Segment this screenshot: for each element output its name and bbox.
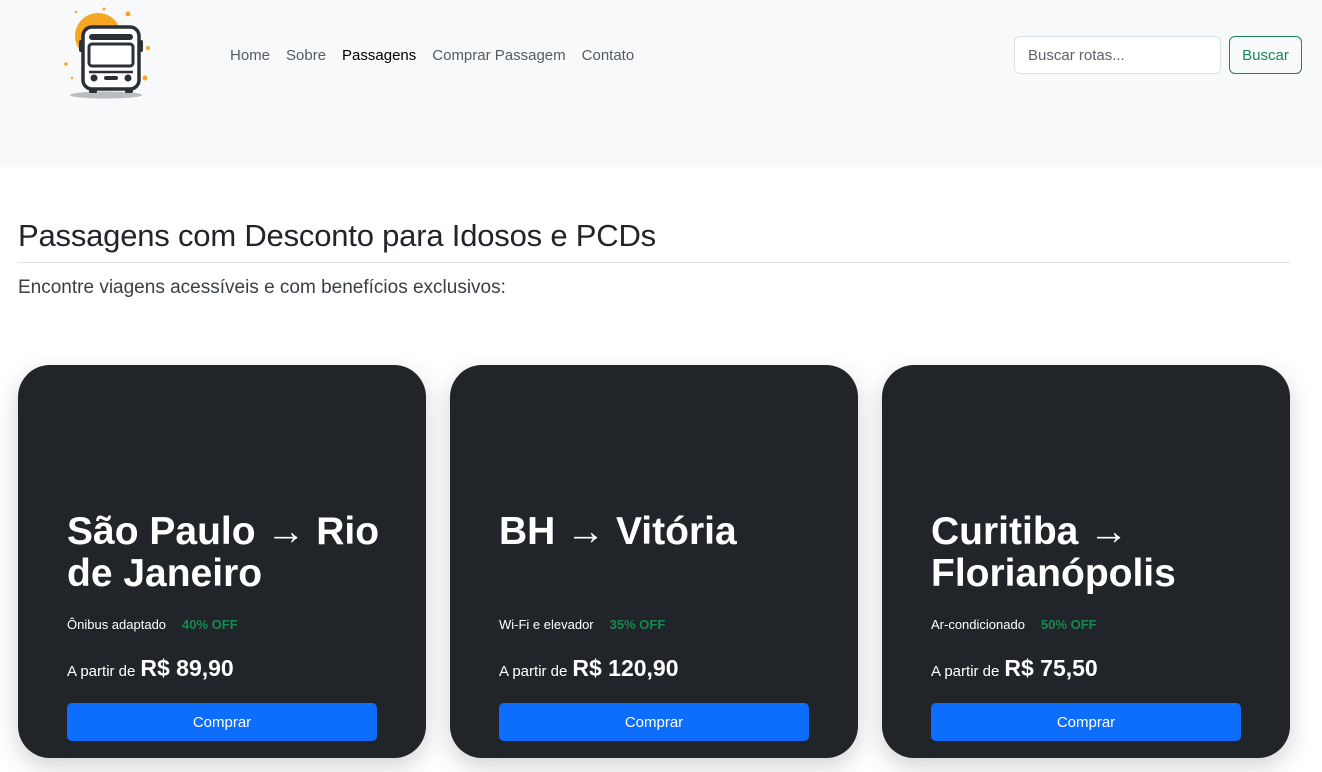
card-price: R$ 75,50 — [1004, 655, 1098, 681]
search-input[interactable] — [1014, 36, 1221, 74]
card-price-row: A partir de R$ 120,90 — [499, 655, 679, 682]
card-route: São Paulo → Rio de Janeiro — [67, 510, 380, 595]
card-route: BH → Vitória — [499, 510, 737, 553]
search-button[interactable]: Buscar — [1229, 36, 1302, 74]
price-prefix: A partir de — [499, 663, 568, 680]
card-feature: Ar-condicionado — [931, 617, 1025, 632]
page-subtitle: Encontre viagens acessíveis e com benefí… — [18, 277, 506, 298]
ticket-card: Curitiba → Florianópolis Ar-condicionado… — [882, 365, 1290, 758]
card-price: R$ 89,90 — [140, 655, 234, 681]
ticket-card: São Paulo → Rio de Janeiro Ônibus adapta… — [18, 365, 426, 758]
card-price: R$ 120,90 — [572, 655, 679, 681]
main-nav: Home Sobre Passagens Comprar Passagem Co… — [230, 46, 650, 66]
card-price-row: A partir de R$ 89,90 — [67, 655, 234, 682]
card-feature-row: Ar-condicionado 50% OFF — [931, 617, 1097, 632]
nav-comprar-passagem[interactable]: Comprar Passagem — [432, 46, 565, 66]
card-feature-row: Wi-Fi e elevador 35% OFF — [499, 617, 665, 632]
nav-passagens[interactable]: Passagens — [342, 46, 416, 66]
discount-badge: 50% OFF — [1040, 617, 1097, 632]
title-divider — [18, 262, 1290, 263]
card-price-row: A partir de R$ 75,50 — [931, 655, 1098, 682]
nav-contato[interactable]: Contato — [582, 46, 635, 66]
buy-button[interactable]: Comprar — [499, 703, 809, 741]
card-feature: Wi-Fi e elevador — [499, 617, 594, 632]
card-feature-row: Ônibus adaptado 40% OFF — [67, 617, 238, 632]
price-prefix: A partir de — [931, 663, 1000, 680]
card-route: Curitiba → Florianópolis — [931, 510, 1176, 595]
bus-logo-icon[interactable] — [58, 6, 154, 102]
page-title: Passagens com Desconto para Idosos e PCD… — [18, 218, 656, 253]
nav-sobre[interactable]: Sobre — [286, 46, 326, 66]
discount-badge: 35% OFF — [609, 617, 666, 632]
discount-badge: 40% OFF — [182, 617, 238, 632]
ticket-card: BH → Vitória Wi-Fi e elevador 35% OFF A … — [450, 365, 858, 758]
card-feature: Ônibus adaptado — [67, 617, 167, 632]
price-prefix: A partir de — [67, 663, 136, 680]
buy-button[interactable]: Comprar — [67, 703, 377, 741]
nav-home[interactable]: Home — [230, 46, 270, 66]
buy-button[interactable]: Comprar — [931, 703, 1241, 741]
site-header: Home Sobre Passagens Comprar Passagem Co… — [0, 0, 1322, 167]
